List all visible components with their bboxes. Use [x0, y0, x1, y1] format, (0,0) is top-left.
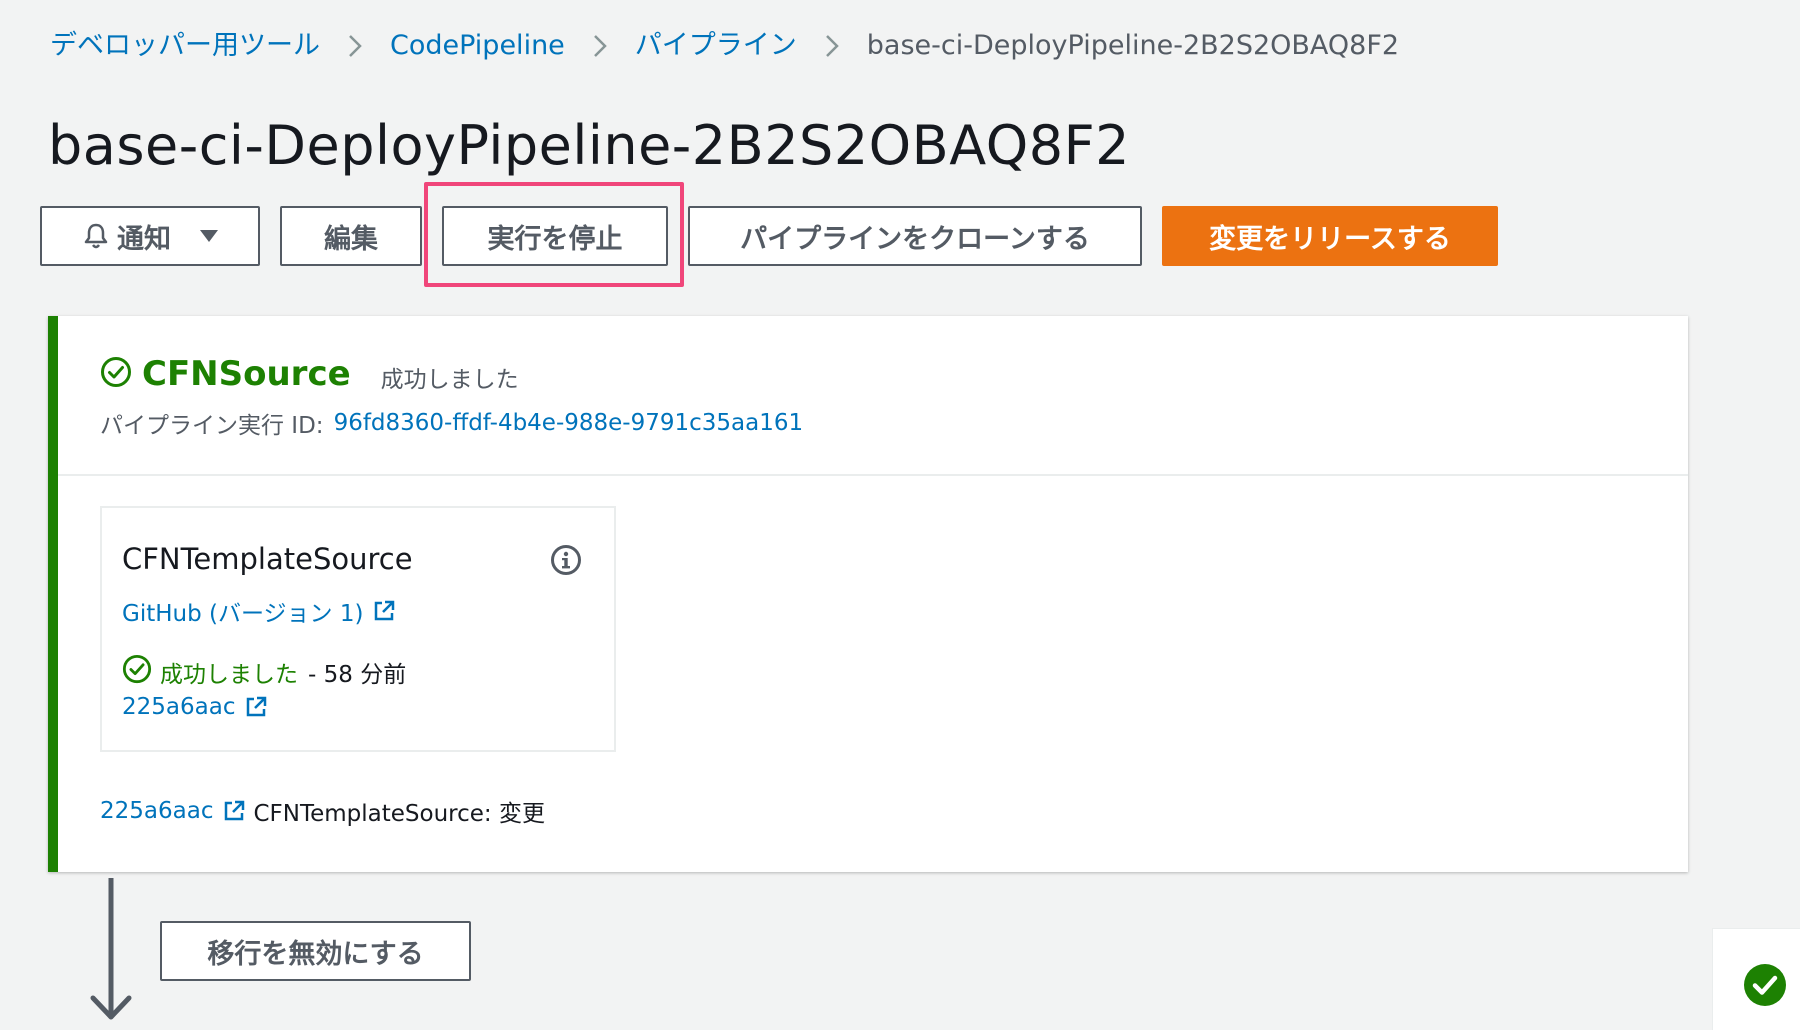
- stage-name: CFNSource: [142, 354, 351, 394]
- action-status: 成功しました: [160, 662, 298, 688]
- action-time: - 58 分前: [308, 662, 407, 688]
- action-status-row: 成功しました - 58 分前: [122, 654, 406, 690]
- edit-button[interactable]: 編集: [280, 206, 422, 266]
- caret-down-icon: [199, 229, 219, 243]
- execution-id-label: パイプライン実行 ID:: [100, 413, 324, 439]
- commit-id: 225a6aac: [122, 694, 236, 720]
- revision-message: CFNTemplateSource: 変更: [253, 801, 545, 827]
- info-icon[interactable]: [550, 544, 582, 580]
- check-circle-icon: [122, 654, 152, 690]
- external-link-icon: [245, 696, 267, 718]
- provider-label: GitHub (バージョン 1): [122, 601, 364, 627]
- breadcrumb: デベロッパー用ツール CodePipeline パイプライン base-ci-D…: [50, 26, 1399, 66]
- clone-pipeline-button[interactable]: パイプラインをクローンする: [688, 206, 1142, 266]
- stage-name-row: CFNSource 成功しました: [100, 354, 519, 394]
- execution-id-link[interactable]: 96fd8360-ffdf-4b4e-988e-9791c35aa161: [334, 410, 804, 436]
- breadcrumb-codepipeline[interactable]: CodePipeline: [390, 26, 565, 66]
- chevron-right-icon: [592, 33, 608, 59]
- stage-footer: 225a6aac CFNTemplateSource: 変更: [100, 794, 545, 828]
- notify-button[interactable]: 通知: [40, 206, 260, 266]
- chevron-right-icon: [347, 33, 363, 59]
- check-circle-icon: [100, 356, 132, 392]
- arrow-down-icon: [90, 876, 132, 1026]
- page: デベロッパー用ツール CodePipeline パイプライン base-ci-D…: [0, 0, 1800, 1030]
- action-name: CFNTemplateSource: [122, 542, 413, 576]
- disable-transition-button[interactable]: 移行を無効にする: [160, 921, 471, 981]
- release-change-button[interactable]: 変更をリリースする: [1162, 206, 1498, 266]
- chevron-right-icon: [824, 33, 840, 59]
- stage-header: CFNSource 成功しました パイプライン実行 ID: 96fd8360-f…: [58, 316, 1688, 476]
- page-title: base-ci-DeployPipeline-2B2S2OBAQ8F2: [48, 114, 1130, 177]
- external-link-icon: [373, 600, 395, 622]
- status-widget[interactable]: [1712, 928, 1800, 1030]
- execution-id-row: パイプライン実行 ID: 96fd8360-ffdf-4b4e-988e-979…: [100, 406, 803, 440]
- action-card: CFNTemplateSource GitHub (バージョン 1) 成功しまし…: [100, 506, 616, 752]
- provider-link[interactable]: GitHub (バージョン 1): [122, 594, 395, 628]
- breadcrumb-pipelines[interactable]: パイプライン: [635, 26, 797, 66]
- stop-execution-button[interactable]: 実行を停止: [442, 206, 668, 266]
- external-link-icon[interactable]: [223, 800, 245, 822]
- commit-link[interactable]: 225a6aac: [122, 694, 267, 720]
- breadcrumb-current: base-ci-DeployPipeline-2B2S2OBAQ8F2: [866, 30, 1400, 61]
- check-circle-icon: [1743, 963, 1787, 1011]
- stage-panel: CFNSource 成功しました パイプライン実行 ID: 96fd8360-f…: [48, 316, 1688, 872]
- breadcrumb-developer-tools[interactable]: デベロッパー用ツール: [50, 26, 320, 66]
- notify-button-label: 通知: [117, 223, 171, 255]
- bell-icon: [81, 221, 111, 251]
- revision-link[interactable]: 225a6aac: [100, 798, 213, 824]
- stage-status: 成功しました: [380, 367, 519, 393]
